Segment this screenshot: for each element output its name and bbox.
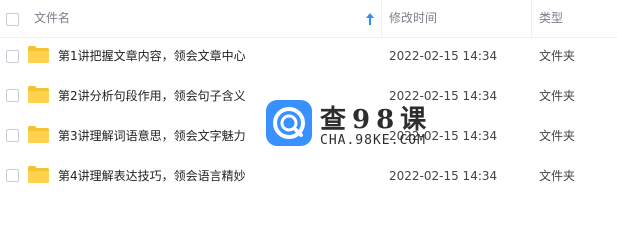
file-modified-time: 2022-02-15 14:34 <box>389 49 498 63</box>
select-all-checkbox[interactable] <box>6 13 19 26</box>
row-checkbox[interactable] <box>6 50 19 63</box>
row-checkbox[interactable] <box>6 129 19 142</box>
column-divider <box>381 0 382 37</box>
watermark-url: CHA.98KE.COM <box>320 133 426 148</box>
row-checkbox[interactable] <box>6 89 19 102</box>
file-row[interactable]: 第1讲把握文章内容，领会文章中心 2022-02-15 14:34 文件夹 <box>0 37 617 75</box>
column-header-name[interactable]: 文件名 <box>34 0 70 37</box>
file-type: 文件夹 <box>539 89 576 103</box>
file-name[interactable]: 第1讲把握文章内容，领会文章中心 <box>58 48 246 64</box>
row-checkbox[interactable] <box>6 169 19 182</box>
watermark: 查98课 CHA.98KE.COM <box>265 97 445 153</box>
folder-icon <box>28 46 49 63</box>
file-name[interactable]: 第4讲理解表达技巧，领会语言精妙 <box>58 168 246 184</box>
column-header-type[interactable]: 类型 <box>539 0 563 37</box>
watermark-logo-icon <box>266 100 312 146</box>
folder-icon <box>28 86 49 103</box>
file-type: 文件夹 <box>539 49 576 63</box>
column-header-modified-time[interactable]: 修改时间 <box>389 0 437 37</box>
file-name[interactable]: 第3讲理解词语意思，领会文字魅力 <box>58 128 246 144</box>
file-row[interactable]: 第4讲理解表达技巧，领会语言精妙 2022-02-15 14:34 文件夹 <box>0 156 617 194</box>
watermark-name: 查98课 <box>320 105 433 135</box>
file-modified-time: 2022-02-15 14:34 <box>389 169 498 183</box>
column-divider <box>531 0 532 37</box>
file-type: 文件夹 <box>539 129 576 143</box>
folder-icon <box>28 166 49 183</box>
file-type: 文件夹 <box>539 169 576 183</box>
sort-ascending-icon[interactable] <box>364 12 376 26</box>
file-name[interactable]: 第2讲分析句段作用，领会句子含义 <box>58 88 246 104</box>
folder-icon <box>28 126 49 143</box>
file-list-header: 文件名 修改时间 类型 <box>0 0 617 38</box>
